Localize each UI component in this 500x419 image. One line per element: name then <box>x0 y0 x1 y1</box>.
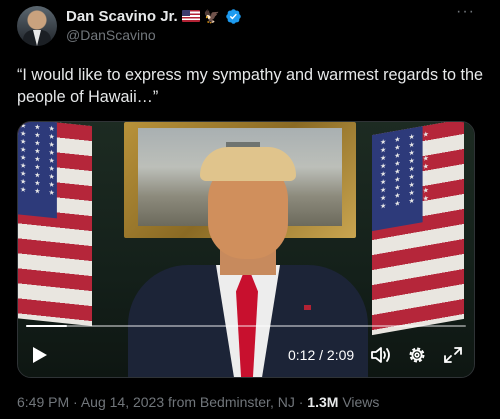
separator: · <box>298 394 304 410</box>
author-name[interactable]: Dan Scavino Jr. <box>66 8 178 25</box>
avatar[interactable] <box>17 6 57 46</box>
verified-badge-icon[interactable] <box>225 8 242 25</box>
views-count[interactable]: 1.3M <box>307 394 338 410</box>
us-flag-emoji <box>181 10 200 22</box>
eagle-emoji: 🦅 <box>203 8 220 24</box>
more-options-icon[interactable]: ··· <box>456 4 475 20</box>
volume-icon[interactable] <box>370 345 392 365</box>
tweet[interactable]: Dan Scavino Jr. 🦅 @DanScavino ··· “I wou… <box>0 0 500 419</box>
american-flag-left: ★ ★ ★ ★ ★ ★ ★ ★ ★ ★ ★ ★ ★ ★ ★ ★ ★ ★ ★ ★ ★ ★ ★ ★… <box>18 122 92 327</box>
tweet-metadata: 6:49 PM · Aug 14, 2023 from Bedminster, … <box>17 394 379 410</box>
settings-gear-icon[interactable] <box>406 345 428 365</box>
speaker <box>128 147 368 377</box>
video-progress <box>26 325 67 327</box>
video-scrubber[interactable] <box>26 325 466 327</box>
author-name-row: Dan Scavino Jr. 🦅 <box>66 6 242 26</box>
tweet-text: “I would like to express my sympathy and… <box>17 66 484 106</box>
tweet-location: from Bedminster, NJ <box>168 394 295 410</box>
tweet-date[interactable]: Aug 14, 2023 <box>81 394 164 410</box>
american-flag-right: ★ ★ ★ ★ ★ ★ ★ ★ ★ ★ ★ ★ ★ ★ ★ ★ ★ ★ ★ ★ ★ ★ ★… <box>372 122 464 336</box>
video-time: 0:12 / 2:09 <box>288 347 355 363</box>
separator: · <box>73 394 78 410</box>
tweet-time[interactable]: 6:49 PM <box>17 394 69 410</box>
play-icon[interactable] <box>32 346 48 364</box>
video-player[interactable]: ★ ★ ★ ★ ★ ★ ★ ★ ★ ★ ★ ★ ★ ★ ★ ★ ★ ★ ★ ★ ★ ★ ★ ★… <box>17 121 475 378</box>
author-handle[interactable]: @DanScavino <box>66 27 156 43</box>
fullscreen-icon[interactable] <box>442 345 464 365</box>
views-label: Views <box>342 394 380 410</box>
